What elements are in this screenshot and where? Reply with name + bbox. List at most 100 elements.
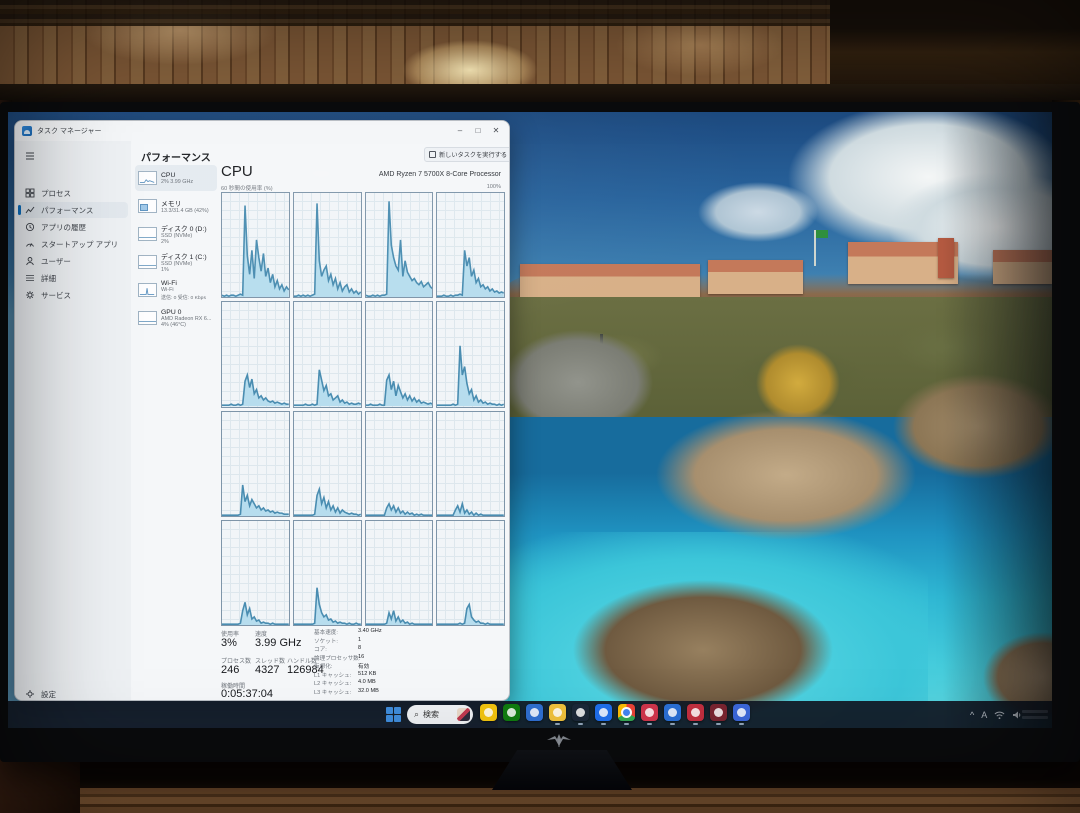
cpu-name: AMD Ryzen 7 5700X 8-Core Processor	[379, 171, 501, 178]
discord-icon[interactable]	[733, 704, 750, 721]
sidebar-item-performance[interactable]: パフォーマンス	[18, 202, 128, 218]
cpu-core-graph	[293, 411, 362, 517]
desk-wood-panel	[0, 788, 1080, 813]
sidebar-item-label: プロセス	[41, 188, 71, 199]
detail-label: L3 キャッシュ:	[314, 688, 351, 696]
users-icon	[25, 256, 35, 266]
app-lightning-icon[interactable]	[687, 704, 704, 721]
search-icon: ⌕	[414, 709, 419, 720]
detail-label: ソケット:	[314, 637, 338, 645]
perf-item-gpu[interactable]: GPU 0 AMD Radeon RX 6... 4% (46°C)	[135, 305, 217, 331]
perf-item-disk1[interactable]: ディスク 1 (C:) SSD (NVMe) 1%	[135, 249, 217, 275]
wallpaper-buildings	[520, 264, 700, 300]
wallpaper-buildings	[993, 250, 1052, 284]
sidebar-item-label: パフォーマンス	[41, 205, 93, 216]
system-tray: ^ A	[970, 707, 1022, 723]
sidebar-item-label: 詳細	[41, 273, 56, 284]
detail-label: 仮想化:	[314, 662, 332, 670]
cpu-core-graph	[293, 192, 362, 298]
perf-item-disk0[interactable]: ディスク 0 (D:) SSD (NVMe) 2%	[135, 221, 217, 247]
taskbar-apps	[480, 704, 750, 728]
app-history-icon	[25, 222, 35, 232]
sidebar-item-details[interactable]: 詳細	[18, 270, 128, 286]
tray-clock[interactable]	[1022, 705, 1048, 723]
cpu-core-graph	[436, 192, 505, 298]
cpu-usage-value: 3%	[221, 637, 237, 649]
bottom-rocks	[573, 580, 833, 720]
cpu-core-graph	[293, 520, 362, 626]
cpu-mini-graph	[138, 171, 157, 185]
title-bar[interactable]: タスク マネージャー – □ ✕	[15, 121, 509, 141]
chrome-icon[interactable]	[618, 704, 635, 721]
detail-value: 512 KB	[358, 671, 376, 677]
detail-value: 3.40 GHz	[358, 628, 382, 634]
sidebar-item-processes[interactable]: プロセス	[18, 185, 128, 201]
disk1-mini-graph	[138, 255, 157, 269]
steam-icon[interactable]	[572, 704, 589, 721]
run-task-icon	[429, 151, 436, 158]
right-rocks	[893, 374, 1052, 479]
sidebar-item-label: ユーザー	[41, 256, 71, 267]
xbox-icon[interactable]	[503, 704, 520, 721]
sidebar-item-users[interactable]: ユーザー	[18, 253, 128, 269]
minimize-button[interactable]: –	[451, 121, 469, 141]
cpu-core-graph	[436, 301, 505, 407]
sticky-notes-icon[interactable]	[480, 704, 497, 721]
volume-icon[interactable]	[1012, 710, 1022, 720]
services-icon	[25, 290, 35, 300]
sidebar-item-services[interactable]: サービス	[18, 287, 128, 303]
wallpaper-tower	[938, 238, 954, 278]
sidebar-item-settings[interactable]: 設定	[18, 686, 128, 701]
edge-icon[interactable]	[526, 704, 543, 721]
search-placeholder: 検索	[423, 709, 457, 720]
more-options-button[interactable]: …	[497, 147, 505, 156]
detail-label: L1 キャッシュ:	[314, 671, 351, 679]
search-box[interactable]: ⌕ 検索	[407, 705, 473, 724]
app-blue-check-icon[interactable]	[595, 704, 612, 721]
app-maroon-icon[interactable]	[710, 704, 727, 721]
wifi-mini-graph	[138, 283, 157, 297]
start-button[interactable]	[385, 706, 402, 723]
detail-value: 1	[358, 637, 361, 643]
maximize-button[interactable]: □	[469, 121, 487, 141]
perf-item-wifi[interactable]: Wi-Fi Wi-Fi 送信: 0 受信: 0 Kbps	[135, 277, 217, 303]
processes-icon	[25, 188, 35, 198]
cpu-core-graph	[436, 520, 505, 626]
monitor-logo	[544, 733, 574, 749]
disk0-mini-graph	[138, 227, 157, 241]
gear-icon	[25, 689, 35, 699]
photo-of-monitor: タスク マネージャー – □ ✕ プロセス パフォーマンス	[0, 0, 1080, 813]
wallpaper-buildings	[708, 260, 803, 294]
uptime-value: 0:05:37:04	[221, 688, 273, 700]
task-manager-window: タスク マネージャー – □ ✕ プロセス パフォーマンス	[14, 120, 510, 701]
onedrive-icon[interactable]	[664, 704, 681, 721]
cpu-core-graph	[221, 411, 290, 517]
ime-indicator[interactable]: A	[981, 710, 987, 720]
hamburger-menu-icon[interactable]	[25, 151, 35, 161]
perf-item-cpu[interactable]: CPU 2% 3.99 GHz	[135, 165, 217, 191]
detail-value: 16	[358, 654, 364, 660]
processes-value: 246	[221, 664, 239, 676]
sidebar-item-app-history[interactable]: アプリの履歴	[18, 219, 128, 235]
ceiling-shelf	[830, 0, 1080, 95]
cloud	[698, 182, 818, 242]
search-highlight-icon	[457, 708, 470, 721]
cpu-core-graph	[365, 301, 434, 407]
tan-rocks	[656, 410, 916, 540]
startup-icon	[25, 239, 35, 249]
sidebar: プロセス パフォーマンス アプリの履歴 スタートアップ アプリ ユーザー	[15, 141, 131, 701]
page-title: パフォーマンス	[141, 149, 211, 164]
cpu-core-graph	[436, 411, 505, 517]
cpu-speed-value: 3.99 GHz	[255, 637, 301, 649]
detail-value: 有効	[358, 662, 369, 670]
tray-chevron-icon[interactable]: ^	[970, 710, 974, 720]
wifi-icon[interactable]	[994, 710, 1005, 720]
cpu-core-graph	[365, 192, 434, 298]
app-red-icon[interactable]	[641, 704, 658, 721]
cpu-core-graph	[293, 301, 362, 407]
file-explorer-icon[interactable]	[549, 704, 566, 721]
close-button[interactable]: ✕	[487, 121, 505, 141]
cpu-core-graph	[221, 192, 290, 298]
perf-item-memory[interactable]: メモリ 13.3/31.4 GB (42%)	[135, 193, 217, 219]
sidebar-item-startup-apps[interactable]: スタートアップ アプリ	[18, 236, 128, 252]
